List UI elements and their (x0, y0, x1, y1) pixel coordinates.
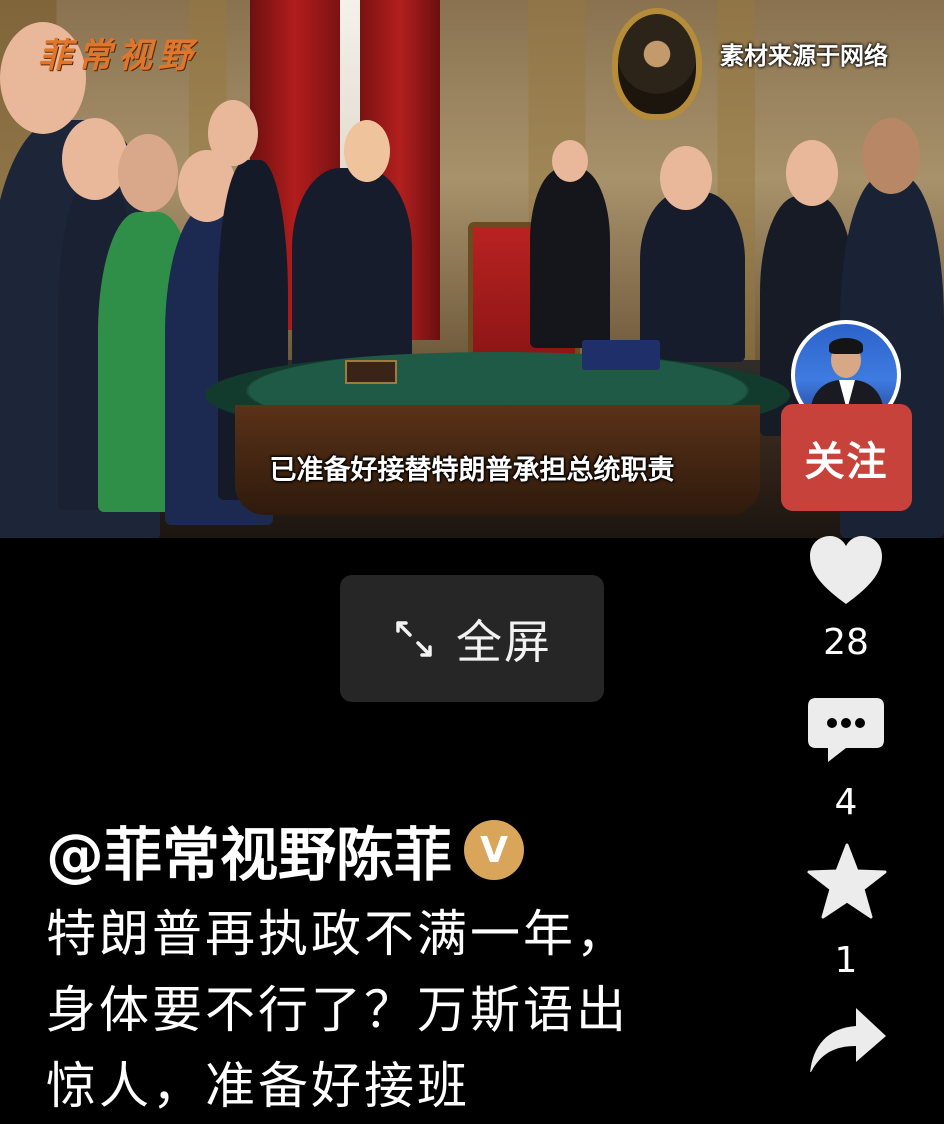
video-person-head (786, 140, 838, 206)
comment-icon (808, 698, 884, 762)
watermark-logo: 菲常视野 (38, 36, 198, 76)
author-name-row[interactable]: @菲常视野陈菲 V (46, 808, 525, 892)
avatar-hair (829, 338, 863, 354)
favorite-count: 1 (834, 940, 858, 981)
share-icon (810, 1008, 886, 1072)
video-folio (582, 340, 660, 370)
video-person-head (862, 118, 920, 194)
video-person-head (344, 120, 390, 182)
expand-arrows-icon (396, 620, 432, 657)
video-person (640, 192, 745, 362)
post-caption[interactable]: 特朗普再执政不满一年， 身体要不行了？万斯语出 惊人，准备好接班 (46, 896, 746, 1124)
caption-line: 特朗普再执政不满一年， (46, 905, 629, 963)
heart-icon (810, 536, 882, 604)
video-person-head (208, 100, 258, 166)
video-person-head (62, 118, 128, 200)
video-person-head (118, 134, 178, 212)
caption-line: 惊人，准备好接班 (46, 1057, 470, 1115)
video-person-head (660, 146, 712, 210)
fullscreen-label: 全屏 (456, 614, 552, 669)
video-person (530, 168, 610, 348)
video-book (345, 360, 397, 384)
favorite-button[interactable] (806, 842, 888, 922)
share-button[interactable] (806, 1004, 888, 1072)
comment-count: 4 (834, 782, 858, 823)
star-icon (807, 843, 887, 919)
video-portrait (612, 8, 702, 120)
fullscreen-button[interactable]: 全屏 (340, 575, 604, 702)
follow-button[interactable]: 关注 (781, 404, 912, 511)
caption-line: 身体要不行了？万斯语出 (46, 981, 629, 1039)
video-person (292, 168, 412, 368)
like-count: 28 (823, 622, 869, 663)
comment-button[interactable] (806, 694, 886, 766)
video-person-head (552, 140, 588, 182)
like-button[interactable] (806, 532, 886, 608)
source-label: 素材来源于网络 (720, 42, 888, 70)
author-name[interactable]: @菲常视野陈菲 (46, 808, 452, 892)
verified-badge-icon: V (464, 820, 525, 880)
